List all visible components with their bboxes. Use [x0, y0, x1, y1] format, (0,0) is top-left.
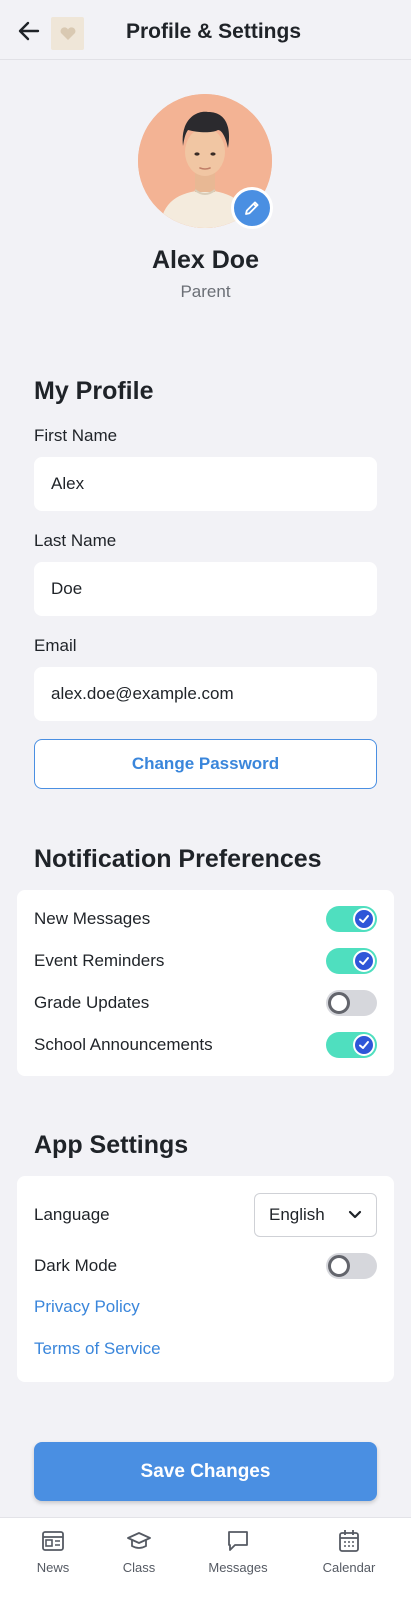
language-select[interactable]: English	[254, 1193, 377, 1237]
notification-row-grade-updates: Grade Updates	[34, 987, 377, 1019]
my-profile-heading: My Profile	[34, 377, 154, 405]
notification-label: Event Reminders	[34, 951, 165, 970]
grade-updates-toggle[interactable]	[326, 990, 377, 1016]
chat-bubble-icon	[225, 1528, 251, 1554]
notification-label: New Messages	[34, 909, 151, 928]
top-bar: Profile & Settings	[0, 0, 411, 60]
terms-of-service-link[interactable]: Terms of Service	[34, 1339, 161, 1359]
nav-label-news: News	[36, 1560, 70, 1575]
user-role: Parent	[180, 282, 231, 301]
last-name-label: Last Name	[34, 531, 117, 550]
change-password-button[interactable]: Change Password	[34, 739, 377, 789]
notification-row-new-messages: New Messages	[34, 903, 377, 935]
pencil-icon	[245, 201, 259, 215]
check-icon	[359, 1041, 369, 1049]
bottom-nav: News Class Messages Calendar	[0, 1517, 411, 1600]
newspaper-icon	[40, 1528, 66, 1554]
first-name-label: First Name	[34, 426, 118, 445]
language-label: Language	[34, 1205, 110, 1224]
notification-preferences-heading: Notification Preferences	[34, 845, 322, 873]
email-label: Email	[34, 636, 77, 655]
notification-row-event-reminders: Event Reminders	[34, 945, 377, 977]
nav-label-class: Class	[122, 1560, 156, 1575]
new-messages-toggle[interactable]	[326, 906, 377, 932]
check-icon	[359, 915, 369, 923]
first-name-field[interactable]	[34, 457, 377, 511]
nav-label-calendar: Calendar	[322, 1560, 376, 1575]
dark-mode-toggle[interactable]	[326, 1253, 377, 1279]
edit-avatar-button[interactable]	[231, 187, 273, 229]
notification-label: Grade Updates	[34, 993, 150, 1012]
user-name: Alex Doe	[152, 246, 259, 274]
nav-item-messages[interactable]: Messages	[193, 1528, 283, 1575]
nav-label-messages: Messages	[208, 1560, 268, 1575]
graduation-cap-icon	[126, 1528, 152, 1554]
notification-card: New Messages Event Reminders Grade Updat…	[17, 890, 394, 1076]
email-field[interactable]	[34, 667, 377, 721]
language-row: Language English	[34, 1193, 377, 1237]
dark-mode-label: Dark Mode	[34, 1256, 118, 1275]
nav-item-news[interactable]: News	[8, 1528, 98, 1575]
last-name-field[interactable]	[34, 562, 377, 616]
notification-label: School Announcements	[34, 1035, 213, 1054]
avatar-container	[138, 94, 274, 230]
calendar-icon	[336, 1528, 362, 1554]
language-value: English	[269, 1205, 325, 1224]
event-reminders-toggle[interactable]	[326, 948, 377, 974]
check-icon	[359, 957, 369, 965]
notification-row-school-announcements: School Announcements	[34, 1029, 377, 1061]
privacy-policy-link[interactable]: Privacy Policy	[34, 1297, 140, 1317]
app-settings-heading: App Settings	[34, 1131, 189, 1159]
school-announcements-toggle[interactable]	[326, 1032, 377, 1058]
nav-item-class[interactable]: Class	[94, 1528, 184, 1575]
dark-mode-row: Dark Mode	[34, 1250, 377, 1282]
page-title: Profile & Settings	[125, 20, 302, 43]
chevron-down-icon	[348, 1210, 362, 1219]
nav-item-calendar[interactable]: Calendar	[304, 1528, 394, 1575]
save-changes-button[interactable]: Save Changes	[34, 1442, 377, 1501]
